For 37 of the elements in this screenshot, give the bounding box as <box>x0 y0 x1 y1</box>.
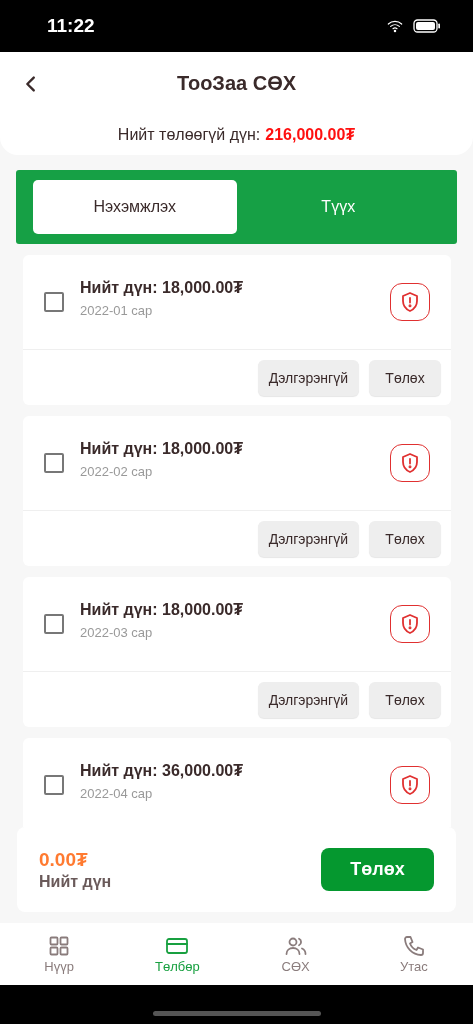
pay-button[interactable]: Төлөх <box>321 848 434 891</box>
checkbox[interactable] <box>44 453 64 473</box>
pay-button[interactable]: Төлөх <box>369 359 441 396</box>
details-button[interactable]: Дэлгэрэнгүй <box>257 359 359 396</box>
warning-button[interactable] <box>390 766 430 804</box>
phone-icon <box>401 934 426 958</box>
screen-title: ТооЗаа СӨХ <box>176 72 297 95</box>
summary-label: Нийт төлөөгүй дүн: <box>117 126 261 144</box>
nav-item[interactable]: Утас <box>354 923 473 985</box>
summary-amount: 216,000.00₮ <box>265 126 356 144</box>
total-label: Нийт дүн <box>39 872 112 891</box>
wifi-icon <box>385 18 405 34</box>
invoice-period: 2022-04 сар <box>80 785 154 801</box>
warning-button[interactable] <box>390 283 430 321</box>
warning-button[interactable] <box>390 444 430 482</box>
invoice-total: Нийт дүн: 18,000.00₮ <box>80 278 244 297</box>
invoice-period: 2022-02 сар <box>80 463 154 479</box>
invoice-total: Нийт дүн: 36,000.00₮ <box>80 761 244 780</box>
nav-item[interactable]: Нүүр <box>0 923 119 985</box>
warning-button[interactable] <box>390 605 430 643</box>
selected-amount: 0.00₮ <box>39 848 89 871</box>
checkbox[interactable] <box>44 775 64 795</box>
pay-button[interactable]: Төлөх <box>369 681 441 718</box>
checkbox[interactable] <box>44 614 64 634</box>
nav-item[interactable]: СӨХ <box>236 923 355 985</box>
status-time: 11:22 <box>47 15 95 37</box>
checkbox[interactable] <box>44 292 64 312</box>
battery-icon <box>413 19 441 33</box>
details-button[interactable]: Дэлгэрэнгүй <box>257 520 359 557</box>
tab[interactable]: Нэхэмжлэх <box>33 180 237 234</box>
invoice-period: 2022-01 сар <box>80 302 154 318</box>
details-button[interactable]: Дэлгэрэнгүй <box>257 681 359 718</box>
pay-button[interactable]: Төлөх <box>369 520 441 557</box>
invoice-total: Нийт дүн: 18,000.00₮ <box>80 439 244 458</box>
nav-item[interactable]: Төлбөр <box>118 923 237 985</box>
invoice-period: 2022-03 сар <box>80 624 154 640</box>
invoice-total: Нийт дүн: 18,000.00₮ <box>80 600 244 619</box>
